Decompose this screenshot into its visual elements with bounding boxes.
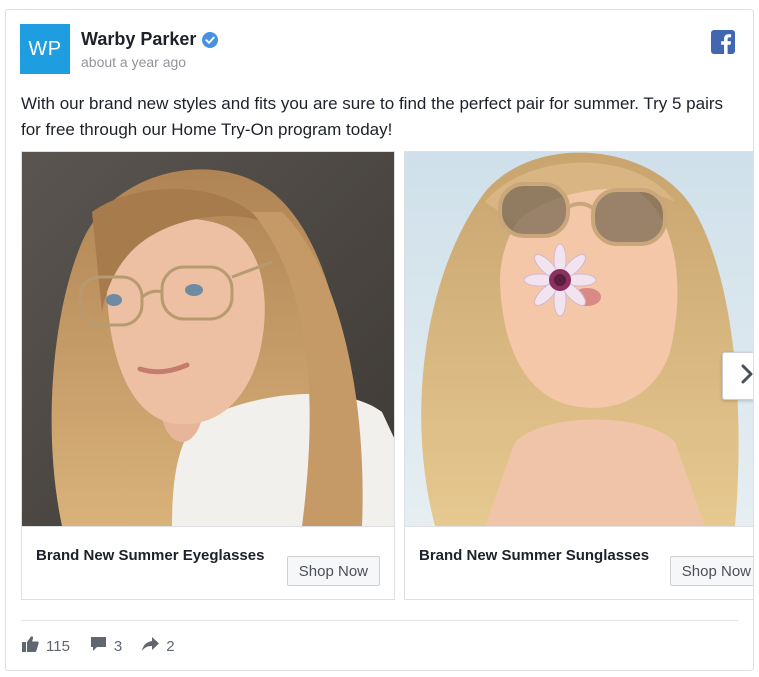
engagement-divider <box>21 620 738 621</box>
facebook-logo-icon[interactable] <box>711 30 735 54</box>
engagement-bar: 115 3 2 <box>22 636 195 656</box>
woman-wearing-sunglasses-with-flower-photo[interactable] <box>405 152 753 526</box>
card-footer: Brand New Summer Eyeglasses Shop Now <box>22 526 394 599</box>
page-avatar[interactable]: WP <box>20 24 70 74</box>
post-message: With our brand new styles and fits you a… <box>21 94 724 139</box>
verified-badge-icon <box>202 31 219 48</box>
likes-stat[interactable]: 115 <box>22 636 70 656</box>
woman-wearing-eyeglasses-photo[interactable] <box>22 152 394 526</box>
comments-stat[interactable]: 3 <box>90 636 122 656</box>
ad-carousel: Brand New Summer Eyeglasses Shop Now Bra… <box>21 151 754 600</box>
carousel-card-eyeglasses[interactable]: Brand New Summer Eyeglasses Shop Now <box>21 151 395 600</box>
avatar-text: WP <box>28 37 62 60</box>
thumbs-up-icon <box>22 636 46 656</box>
shares-count: 2 <box>166 637 175 655</box>
card-title[interactable]: Brand New Summer Sunglasses <box>419 547 649 564</box>
ad-post-card: WP Warby Parker about a year ago With ou… <box>5 9 754 671</box>
likes-count: 115 <box>46 637 70 655</box>
page-name-row: Warby Parker <box>81 29 219 50</box>
shop-now-button[interactable]: Shop Now <box>286 556 380 586</box>
post-timestamp[interactable]: about a year ago <box>81 54 186 70</box>
carousel-card-sunglasses[interactable]: Brand New Summer Sunglasses Shop Now <box>404 151 753 600</box>
carousel-next-button[interactable] <box>722 352 754 400</box>
comments-count: 3 <box>113 637 123 655</box>
comment-icon <box>90 636 114 656</box>
card-title[interactable]: Brand New Summer Eyeglasses <box>36 547 264 564</box>
shares-stat[interactable]: 2 <box>142 636 175 656</box>
post-header: WP Warby Parker about a year ago <box>20 24 739 76</box>
page-name[interactable]: Warby Parker <box>81 29 196 50</box>
shop-now-button[interactable]: Shop Now <box>669 556 753 586</box>
share-arrow-icon <box>142 636 166 656</box>
card-footer: Brand New Summer Sunglasses Shop Now <box>405 526 753 599</box>
chevron-right-icon <box>739 363 754 390</box>
